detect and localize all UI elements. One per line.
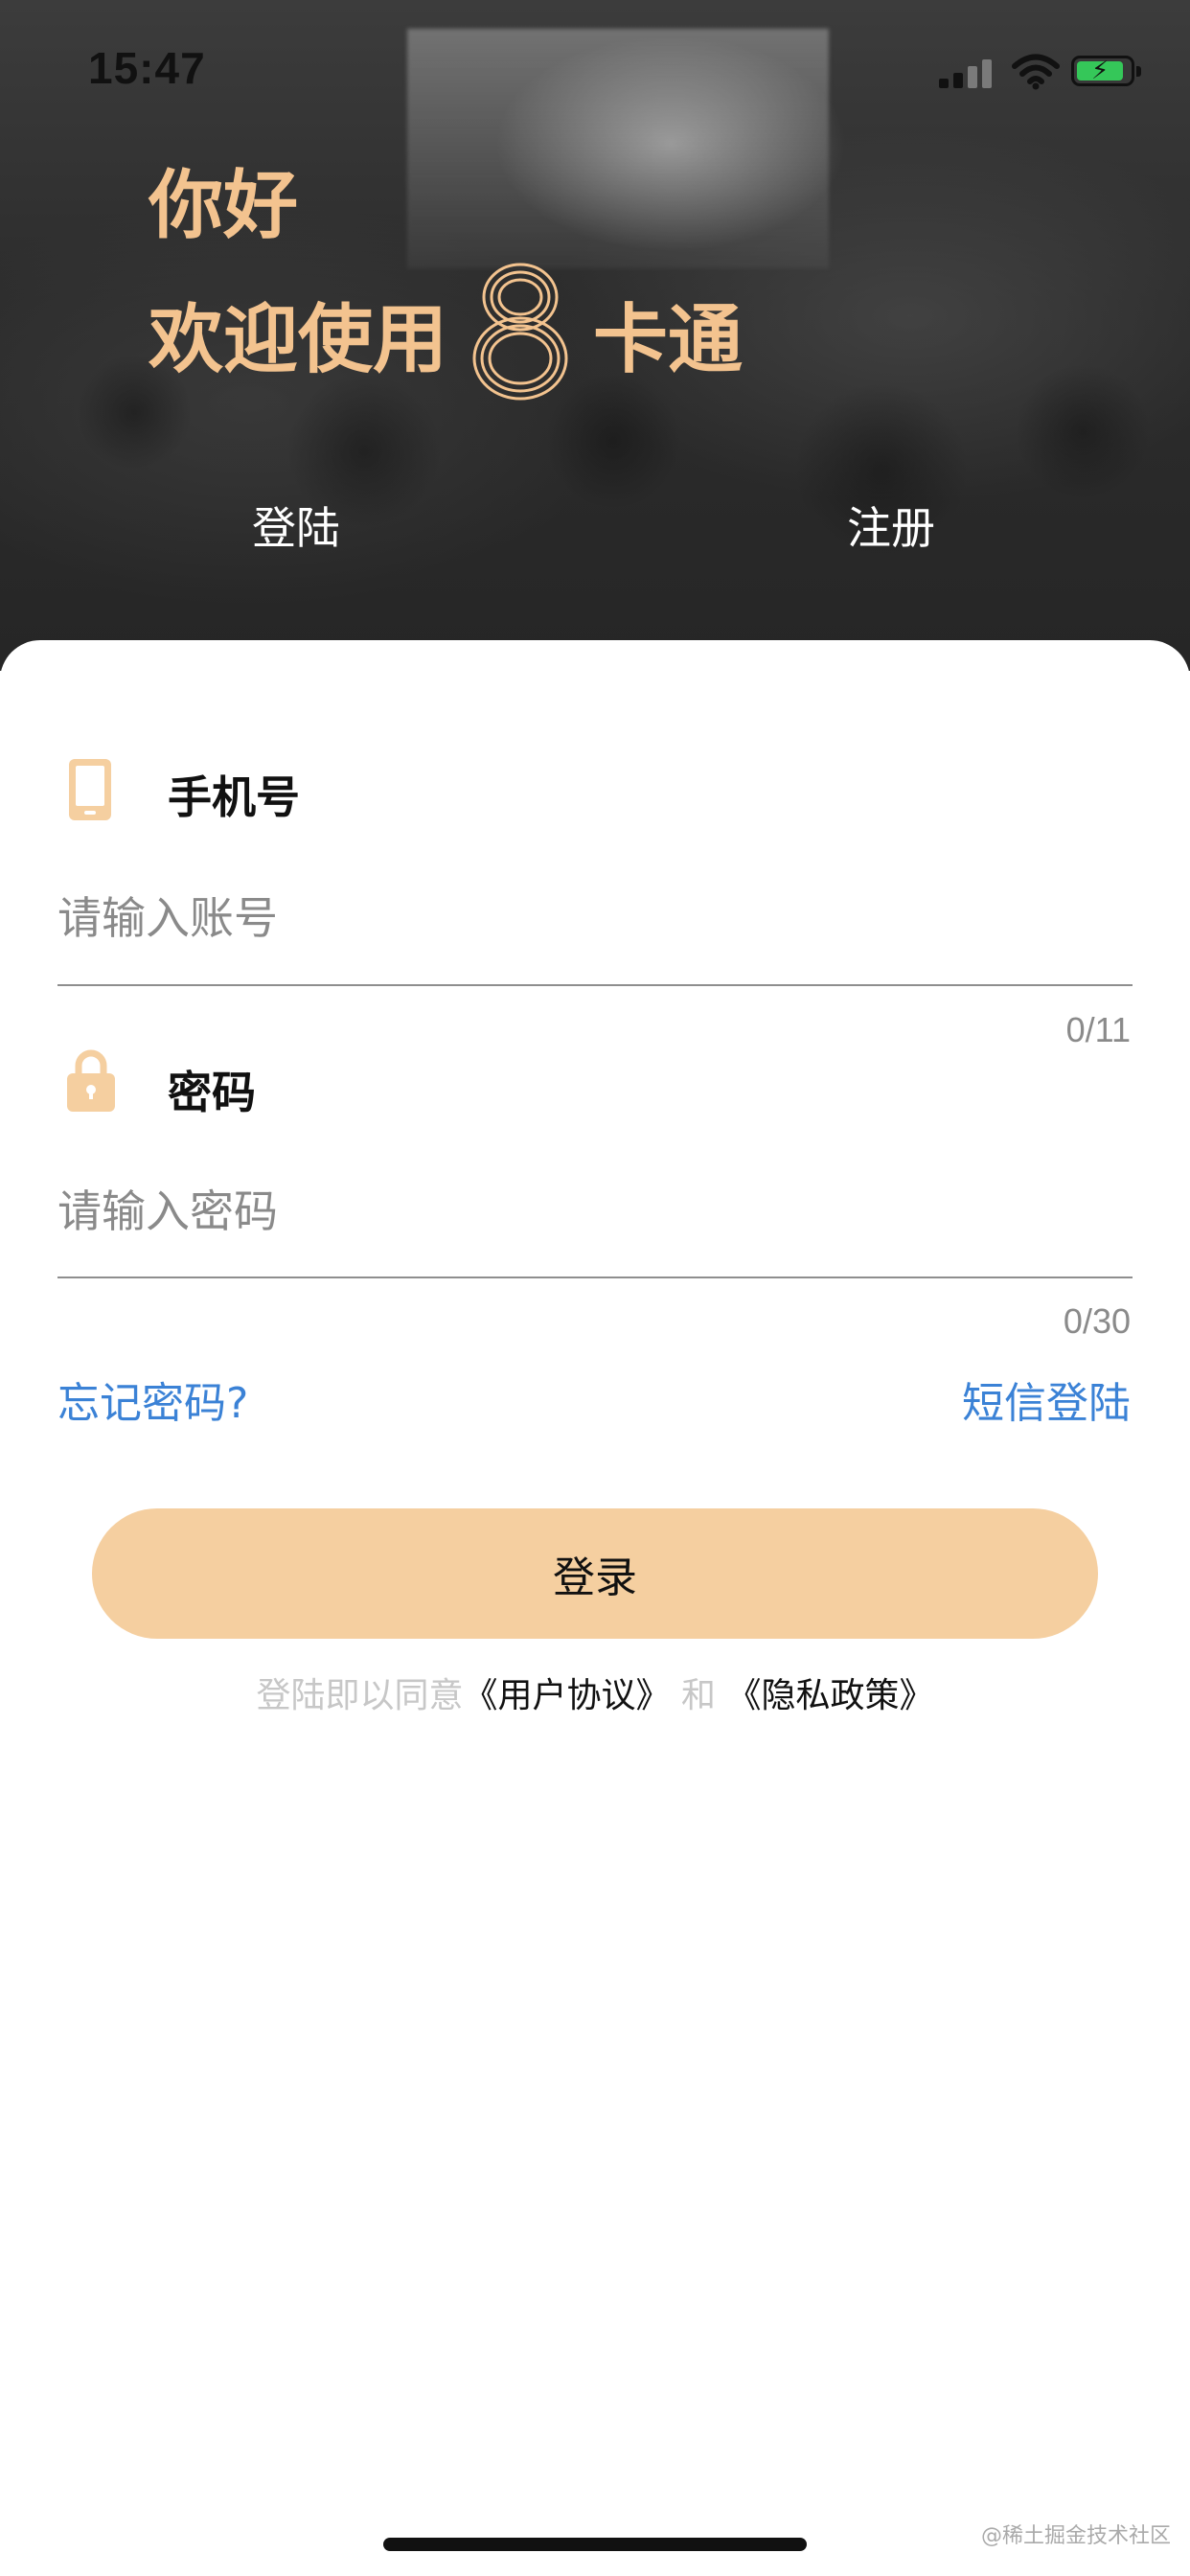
phone-label: 手机号 bbox=[168, 771, 300, 823]
greeting-prefix: 欢迎使用 bbox=[149, 297, 448, 383]
phone-input[interactable] bbox=[57, 880, 1131, 956]
signal-icon bbox=[939, 59, 996, 88]
privacy-policy-link[interactable]: 《隐私政策》 bbox=[726, 1676, 933, 1715]
tab-register[interactable]: 注册 bbox=[847, 494, 935, 557]
agreement-prefix: 登陆即以同意 bbox=[256, 1676, 464, 1715]
phone-counter: 0/11 bbox=[1065, 1010, 1131, 1049]
greeting-line-2: 欢迎使用 卡通 bbox=[149, 263, 744, 412]
status-icons: ⚡ bbox=[939, 50, 1141, 90]
phone-underline bbox=[57, 984, 1133, 986]
phone-icon bbox=[69, 759, 111, 820]
home-indicator[interactable] bbox=[383, 2538, 807, 2551]
password-counter: 0/30 bbox=[1063, 1301, 1131, 1341]
agreement-and: 和 bbox=[681, 1676, 717, 1715]
password-underline bbox=[57, 1276, 1133, 1278]
password-input[interactable] bbox=[57, 1173, 1131, 1250]
greeting-line-1: 你好 bbox=[149, 163, 299, 249]
status-time: 15:47 bbox=[88, 43, 206, 93]
lock-icon bbox=[67, 1049, 115, 1112]
greeting-suffix: 卡通 bbox=[593, 297, 744, 383]
logo-eight-icon bbox=[467, 259, 574, 402]
password-label: 密码 bbox=[168, 1067, 256, 1118]
login-button[interactable]: 登录 bbox=[92, 1508, 1098, 1639]
tab-login[interactable]: 登陆 bbox=[252, 494, 340, 557]
stage-light bbox=[407, 29, 829, 268]
user-agreement-link[interactable]: 《用户协议》 bbox=[464, 1676, 671, 1715]
wifi-icon bbox=[1012, 54, 1060, 90]
agreement-text: 登陆即以同意《用户协议》 和 《隐私政策》 bbox=[0, 1668, 1190, 1717]
sms-login-link[interactable]: 短信登陆 bbox=[962, 1368, 1131, 1430]
battery-icon: ⚡ bbox=[1071, 56, 1141, 86]
forgot-password-link[interactable]: 忘记密码? bbox=[57, 1368, 248, 1430]
watermark: @稀土掘金技术社区 bbox=[980, 2524, 1171, 2548]
